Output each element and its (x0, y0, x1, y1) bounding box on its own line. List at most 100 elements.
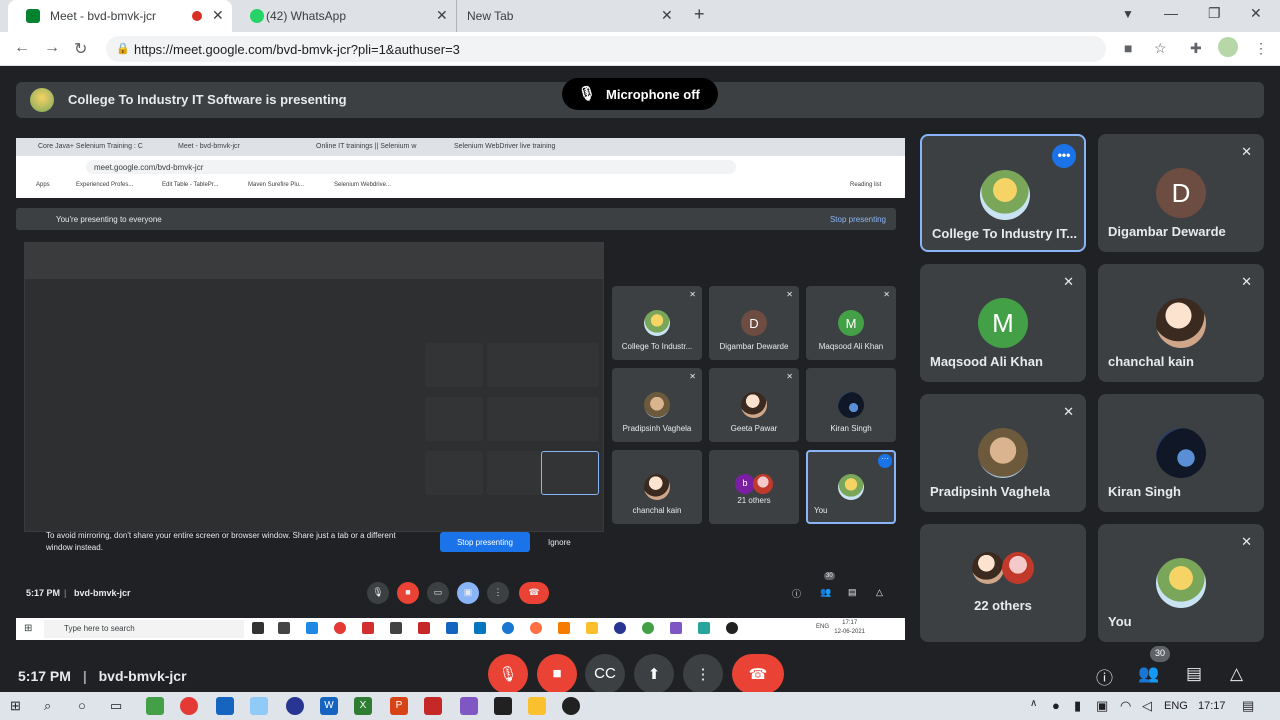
app-icon[interactable] (216, 697, 234, 715)
profile-avatar[interactable] (1218, 37, 1238, 57)
tray-icon[interactable]: ● (1052, 698, 1060, 713)
participant-tile-you[interactable]: ✕ You (1098, 524, 1264, 642)
shared-bookmark: Selenium Webdrive... (334, 182, 391, 188)
participant-tile-chanchal-kain[interactable]: ✕ chanchal kain (1098, 264, 1264, 382)
present-now-button[interactable]: ⬆ (634, 654, 674, 694)
tab-new-tab[interactable]: New Tab ✕ (456, 0, 684, 32)
leave-call-button[interactable]: ☎ (732, 654, 784, 694)
file-explorer-icon[interactable] (528, 697, 546, 715)
shared-tile: ✕ Pradipsinh Vaghela (612, 368, 702, 442)
taskbar-app-icon (726, 622, 738, 634)
shared-taskbar-date: 12-06-2021 (834, 629, 865, 635)
minimize-icon[interactable]: — (1164, 5, 1178, 21)
participant-name: Pradipsinh Vaghela (930, 484, 1050, 499)
app-icon[interactable] (146, 697, 164, 715)
tray-icon[interactable]: ▮ (1074, 698, 1081, 714)
participant-avatar (1156, 558, 1206, 608)
chat-icon: ▤ (848, 587, 857, 597)
wifi-icon[interactable]: ◠ (1120, 698, 1131, 714)
close-tab-icon[interactable]: ✕ (212, 7, 224, 24)
camera-icon[interactable]: ■ (1124, 40, 1132, 56)
more-options-icon[interactable]: ••• (1052, 144, 1076, 168)
chrome-icon[interactable] (180, 697, 198, 715)
shared-browser-tabs: Core Java+ Selenium Training : C Meet - … (16, 138, 905, 156)
task-view-icon[interactable]: ▭ (110, 698, 122, 714)
mic-off-icon: ✕ (786, 372, 793, 381)
taskbar-app-icon (306, 622, 318, 634)
shared-tile-name: Kiran Singh (830, 424, 872, 433)
shared-tile: ✕ College To Industr... (612, 286, 702, 360)
mic-off-icon: ✕ (689, 372, 696, 381)
participant-tile-pradipsinh-vaghela[interactable]: ✕ Pradipsinh Vaghela (920, 394, 1086, 512)
participant-tile-maqsood-ali-khan[interactable]: ✕ M Maqsood Ali Khan (920, 264, 1086, 382)
mic-off-icon: ✕ (883, 290, 890, 299)
mic-off-icon: ✕ (689, 290, 696, 299)
present-icon: ▣ (457, 582, 479, 604)
shared-tile-name: You (814, 506, 828, 515)
extensions-icon[interactable]: ✚ (1190, 40, 1202, 57)
pdf-icon[interactable] (424, 697, 442, 715)
close-tab-icon[interactable]: ✕ (436, 7, 448, 24)
tab-meet-title: Meet - bvd-bmvk-jcr (50, 9, 157, 23)
tab-meet[interactable]: Meet - bvd-bmvk-jcr ✕ (8, 0, 232, 32)
activities-icon[interactable]: △ (1230, 664, 1243, 684)
close-tab-icon[interactable]: ✕ (661, 7, 673, 24)
taskbar-language[interactable]: ENG (1164, 700, 1188, 712)
app-icon[interactable] (286, 697, 304, 715)
powerpoint-icon[interactable]: P (390, 697, 408, 715)
app-icon[interactable] (250, 697, 268, 715)
shared-stop-presenting-link: Stop presenting (829, 215, 886, 224)
taskbar-app-icon (418, 622, 430, 634)
app-icon[interactable] (460, 697, 478, 715)
notifications-icon[interactable]: ▤ (1242, 698, 1254, 714)
cortana-icon[interactable]: ○ (78, 698, 86, 713)
menu-dots-icon[interactable]: ⋮ (1254, 40, 1268, 57)
url-text: https://meet.google.com/bvd-bmvk-jcr?pli… (134, 42, 460, 57)
app-icon[interactable] (562, 697, 580, 715)
participant-name: chanchal kain (1108, 354, 1194, 369)
shared-taskbar-lang: ENG (816, 624, 830, 630)
taskbar-app-icon (586, 622, 598, 634)
camera-toggle-button[interactable]: ■ (537, 654, 577, 694)
taskbar-clock[interactable]: 17:17 (1198, 700, 1226, 712)
volume-icon[interactable]: ◁ (1142, 698, 1152, 714)
participant-tile-others[interactable]: 22 others (920, 524, 1086, 642)
shared-address-bar: meet.google.com/bvd-bmvk-jcr Apps Experi… (16, 156, 905, 198)
address-toolbar: ← → ↻ 🔒 https://meet.google.com/bvd-bmvk… (0, 32, 1280, 66)
tab-search-icon[interactable]: ▼ (1122, 7, 1134, 21)
meeting-details-icon[interactable]: ⓘ (1096, 664, 1113, 689)
more-options-button[interactable]: ⋮ (683, 654, 723, 694)
new-tab-button[interactable]: + (694, 4, 705, 25)
people-icon[interactable]: 👥 (1138, 664, 1159, 684)
shared-tile-avatar (644, 392, 670, 418)
tray-chevron-icon[interactable]: ∧ (1030, 698, 1037, 709)
shared-tile-name: chanchal kain (632, 506, 682, 515)
windows-start-icon[interactable]: ⊞ (10, 698, 21, 714)
bookmark-star-icon[interactable]: ☆ (1154, 40, 1167, 57)
search-icon[interactable]: ⌕ (44, 698, 51, 714)
participant-tile-college-to-industry[interactable]: ••• College To Industry IT... (920, 134, 1086, 252)
participant-tile-kiran-singh[interactable]: Kiran Singh (1098, 394, 1264, 512)
participant-avatar (1002, 552, 1034, 584)
tab-whatsapp[interactable]: (42) WhatsApp ✕ (232, 0, 456, 32)
chat-icon[interactable]: ▤ (1186, 664, 1202, 684)
word-icon[interactable]: W (320, 697, 338, 715)
captions-icon: ▭ (427, 582, 449, 604)
close-window-icon[interactable]: ✕ (1250, 5, 1262, 22)
excel-icon[interactable]: X (354, 697, 372, 715)
more-icon: ⋮ (487, 582, 509, 604)
mic-off-icon: 🎙 (578, 85, 596, 101)
address-bar[interactable]: 🔒 https://meet.google.com/bvd-bmvk-jcr?p… (106, 36, 1106, 62)
back-icon[interactable]: ← (14, 39, 30, 57)
captions-button[interactable]: CC (585, 654, 625, 694)
participant-tile-digambar-dewarde[interactable]: ✕ D Digambar Dewarde (1098, 134, 1264, 252)
shared-reading-list: Reading list (850, 182, 882, 188)
info-icon: ⓘ (792, 589, 802, 599)
forward-icon[interactable]: → (44, 39, 60, 57)
shared-tile-avatar: M (838, 310, 864, 336)
terminal-icon[interactable] (494, 697, 512, 715)
microphone-toggle-button[interactable]: 🎙 (488, 654, 528, 694)
reload-icon[interactable]: ↻ (74, 39, 87, 59)
tray-icon[interactable]: ▣ (1096, 698, 1108, 714)
maximize-icon[interactable]: ❐ (1208, 5, 1221, 22)
